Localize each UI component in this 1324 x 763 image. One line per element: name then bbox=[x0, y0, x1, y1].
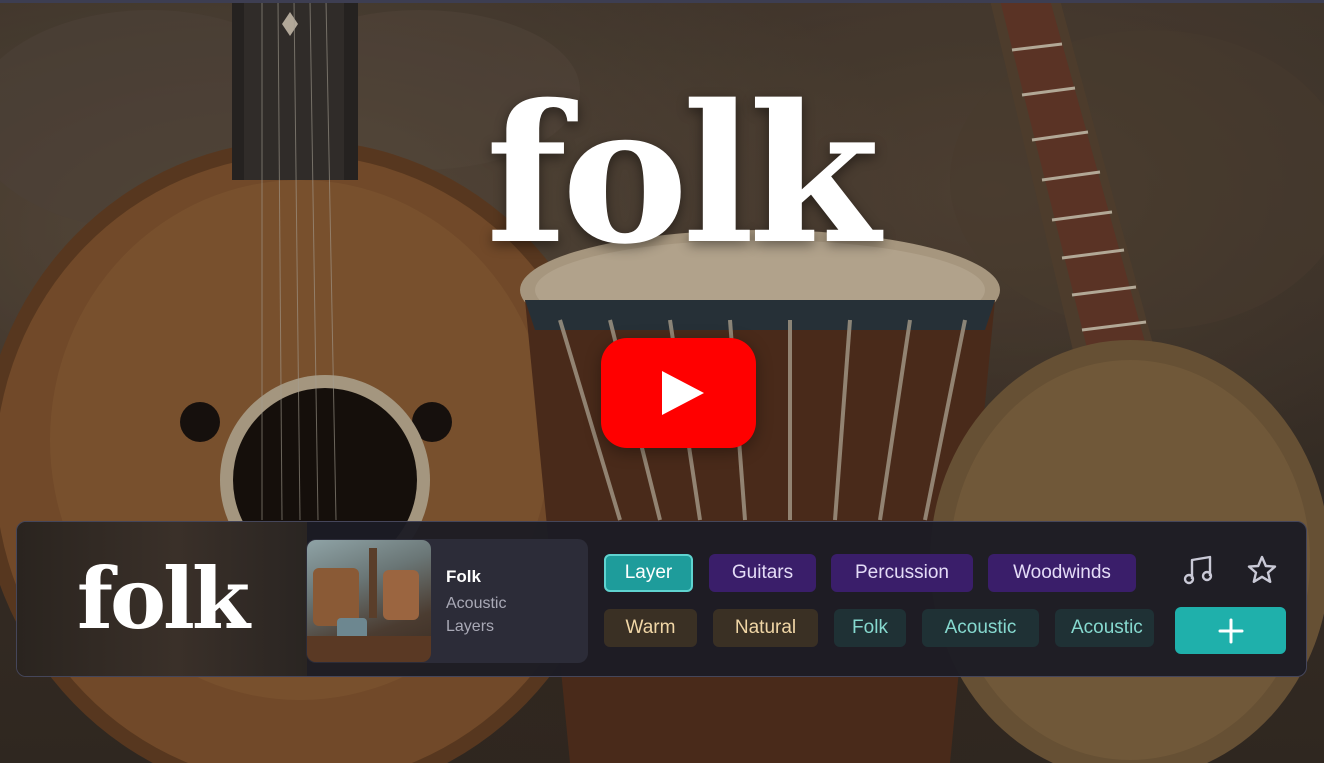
product-card[interactable]: Folk Acoustic Layers bbox=[306, 539, 588, 663]
top-border bbox=[0, 0, 1324, 3]
product-thumbnail bbox=[307, 540, 431, 662]
tag-percussion[interactable]: Percussion bbox=[831, 554, 973, 592]
music-note-button[interactable] bbox=[1182, 553, 1216, 587]
product-subtitle-line2: Layers bbox=[446, 618, 495, 635]
tag-folk[interactable]: Folk bbox=[834, 609, 906, 647]
tag-guitars[interactable]: Guitars bbox=[709, 554, 816, 592]
add-button[interactable] bbox=[1175, 607, 1286, 654]
logo-panel: folk bbox=[17, 522, 307, 676]
product-bar: folk Folk Acoustic Layers Layer Guitars … bbox=[16, 521, 1307, 677]
youtube-play-button[interactable] bbox=[601, 338, 756, 448]
product-subtitle-line1: Acoustic bbox=[446, 595, 507, 612]
tag-natural[interactable]: Natural bbox=[713, 609, 818, 647]
music-note-icon bbox=[1183, 555, 1213, 585]
favorite-button[interactable] bbox=[1245, 553, 1279, 587]
play-icon bbox=[661, 371, 704, 415]
tag-warm[interactable]: Warm bbox=[604, 609, 697, 647]
plus-icon bbox=[1218, 618, 1243, 643]
folk-logo: folk bbox=[76, 549, 250, 648]
tag-acoustic[interactable]: Acoustic bbox=[922, 609, 1039, 647]
tag-acoustic-truncated[interactable]: Acoustic bbox=[1055, 609, 1154, 647]
folk-title-art: folk bbox=[485, 63, 880, 286]
tag-woodwinds[interactable]: Woodwinds bbox=[988, 554, 1136, 592]
product-subtitle: Acoustic Layers bbox=[446, 592, 506, 638]
tag-layer[interactable]: Layer bbox=[604, 554, 693, 592]
product-title: Folk bbox=[446, 567, 481, 586]
star-icon bbox=[1247, 555, 1277, 583]
